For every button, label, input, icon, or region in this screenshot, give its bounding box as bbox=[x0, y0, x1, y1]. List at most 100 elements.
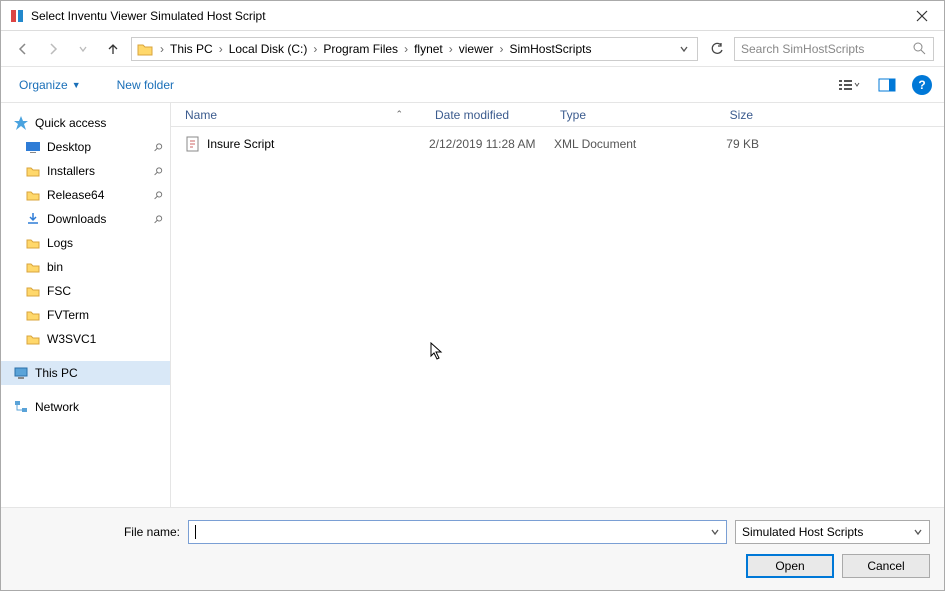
chevron-right-icon[interactable]: › bbox=[217, 42, 225, 56]
sidebar-item-release64[interactable]: Release64 ⚲ bbox=[1, 183, 170, 207]
quick-access-label: Quick access bbox=[35, 116, 106, 130]
file-type: XML Document bbox=[554, 137, 679, 151]
col-type[interactable]: Type bbox=[554, 108, 679, 122]
sidebar-item-label: Release64 bbox=[47, 188, 104, 202]
star-icon bbox=[13, 115, 29, 131]
pin-icon: ⚲ bbox=[151, 164, 166, 179]
file-list: Name ⌃ Date modified Type Size Insure Sc… bbox=[171, 103, 944, 507]
chevron-right-icon[interactable]: › bbox=[158, 42, 166, 56]
downloads-icon bbox=[25, 211, 41, 227]
close-button[interactable] bbox=[899, 1, 944, 31]
main-area: Quick access Desktop⚲Installers⚲Release6… bbox=[1, 103, 944, 507]
sidebar-item-label: Downloads bbox=[47, 212, 106, 226]
this-pc-label: This PC bbox=[35, 366, 78, 380]
network-icon bbox=[13, 399, 29, 415]
network-label: Network bbox=[35, 400, 79, 414]
chevron-right-icon[interactable]: › bbox=[402, 42, 410, 56]
crumb-3[interactable]: flynet bbox=[410, 42, 447, 56]
desktop-icon bbox=[25, 139, 41, 155]
sidebar-item-installers[interactable]: Installers ⚲ bbox=[1, 159, 170, 183]
file-type-filter[interactable]: Simulated Host Scripts bbox=[735, 520, 930, 544]
sidebar-item-label: Installers bbox=[47, 164, 95, 178]
folder-icon bbox=[25, 163, 41, 179]
column-headers[interactable]: Name ⌃ Date modified Type Size bbox=[171, 103, 944, 127]
col-date[interactable]: Date modified bbox=[429, 108, 554, 122]
crumb-0[interactable]: This PC bbox=[166, 42, 217, 56]
back-button[interactable] bbox=[11, 37, 35, 61]
app-icon bbox=[9, 8, 25, 24]
folder-icon bbox=[25, 187, 41, 203]
file-row[interactable]: Insure Script 2/12/2019 11:28 AMXML Docum… bbox=[179, 133, 936, 155]
nav-bar: › This PC › Local Disk (C:) › Program Fi… bbox=[1, 31, 944, 67]
nav-sidebar: Quick access Desktop⚲Installers⚲Release6… bbox=[1, 103, 171, 507]
file-name-input[interactable] bbox=[188, 520, 727, 544]
address-dropdown[interactable] bbox=[675, 44, 693, 54]
title-bar: Select Inventu Viewer Simulated Host Scr… bbox=[1, 1, 944, 31]
sidebar-item-desktop[interactable]: Desktop ⚲ bbox=[1, 135, 170, 159]
folder-icon bbox=[25, 259, 41, 275]
new-folder-button[interactable]: New folder bbox=[111, 74, 180, 96]
crumb-5[interactable]: SimHostScripts bbox=[505, 42, 595, 56]
sidebar-item-label: FSC bbox=[47, 284, 71, 298]
chevron-right-icon[interactable]: › bbox=[447, 42, 455, 56]
sidebar-quick-access[interactable]: Quick access bbox=[1, 111, 170, 135]
sidebar-item-fvterm[interactable]: FVTerm bbox=[1, 303, 170, 327]
col-name[interactable]: Name ⌃ bbox=[179, 108, 429, 122]
dropdown-caret-icon[interactable] bbox=[710, 527, 720, 537]
folder-icon bbox=[25, 331, 41, 347]
window-title: Select Inventu Viewer Simulated Host Scr… bbox=[31, 9, 899, 23]
file-name-label: File name: bbox=[15, 525, 180, 539]
sidebar-item-downloads[interactable]: Downloads ⚲ bbox=[1, 207, 170, 231]
caret-down-icon: ▼ bbox=[72, 80, 81, 90]
organize-button[interactable]: Organize ▼ bbox=[13, 74, 87, 96]
refresh-button[interactable] bbox=[704, 37, 728, 61]
crumb-2[interactable]: Program Files bbox=[319, 42, 402, 56]
sidebar-item-label: W3SVC1 bbox=[47, 332, 96, 346]
view-options-button[interactable] bbox=[832, 73, 866, 97]
text-cursor bbox=[195, 525, 196, 539]
sidebar-item-label: Logs bbox=[47, 236, 73, 250]
up-button[interactable] bbox=[101, 37, 125, 61]
crumb-4[interactable]: viewer bbox=[455, 42, 498, 56]
folder-icon bbox=[25, 283, 41, 299]
search-placeholder: Search SimHostScripts bbox=[741, 42, 913, 56]
sidebar-item-label: bin bbox=[47, 260, 63, 274]
sidebar-network[interactable]: Network bbox=[1, 395, 170, 419]
forward-button[interactable] bbox=[41, 37, 65, 61]
sidebar-item-fsc[interactable]: FSC bbox=[1, 279, 170, 303]
sidebar-item-bin[interactable]: bin bbox=[1, 255, 170, 279]
recent-dropdown[interactable] bbox=[71, 37, 95, 61]
pc-icon bbox=[13, 365, 29, 381]
preview-pane-button[interactable] bbox=[870, 73, 904, 97]
organize-label: Organize bbox=[19, 78, 68, 92]
folder-icon bbox=[25, 307, 41, 323]
sidebar-this-pc[interactable]: This PC bbox=[1, 361, 170, 385]
sidebar-item-label: FVTerm bbox=[47, 308, 89, 322]
search-input[interactable]: Search SimHostScripts bbox=[734, 37, 934, 61]
col-size[interactable]: Size bbox=[679, 108, 759, 122]
folder-icon bbox=[25, 235, 41, 251]
sidebar-item-w3svc1[interactable]: W3SVC1 bbox=[1, 327, 170, 351]
open-button[interactable]: Open bbox=[746, 554, 834, 578]
pin-icon: ⚲ bbox=[151, 212, 166, 227]
file-rows: Insure Script 2/12/2019 11:28 AMXML Docum… bbox=[171, 127, 944, 507]
footer: File name: Simulated Host Scripts Open C… bbox=[1, 507, 944, 590]
sidebar-item-logs[interactable]: Logs bbox=[1, 231, 170, 255]
new-folder-label: New folder bbox=[117, 78, 174, 92]
cancel-button[interactable]: Cancel bbox=[842, 554, 930, 578]
folder-icon bbox=[136, 40, 154, 58]
chevron-right-icon[interactable]: › bbox=[311, 42, 319, 56]
crumb-1[interactable]: Local Disk (C:) bbox=[225, 42, 312, 56]
dropdown-caret-icon bbox=[913, 527, 923, 537]
breadcrumb[interactable]: › This PC › Local Disk (C:) › Program Fi… bbox=[131, 37, 698, 61]
chevron-right-icon[interactable]: › bbox=[497, 42, 505, 56]
pin-icon: ⚲ bbox=[151, 188, 166, 203]
file-date: 2/12/2019 11:28 AM bbox=[429, 137, 554, 151]
filter-label: Simulated Host Scripts bbox=[742, 525, 863, 539]
pin-icon: ⚲ bbox=[151, 140, 166, 155]
sort-ascending-icon: ⌃ bbox=[395, 109, 403, 120]
help-button[interactable]: ? bbox=[912, 75, 932, 95]
sidebar-item-label: Desktop bbox=[47, 140, 91, 154]
file-name: Insure Script bbox=[207, 137, 274, 151]
xml-file-icon bbox=[185, 136, 201, 152]
